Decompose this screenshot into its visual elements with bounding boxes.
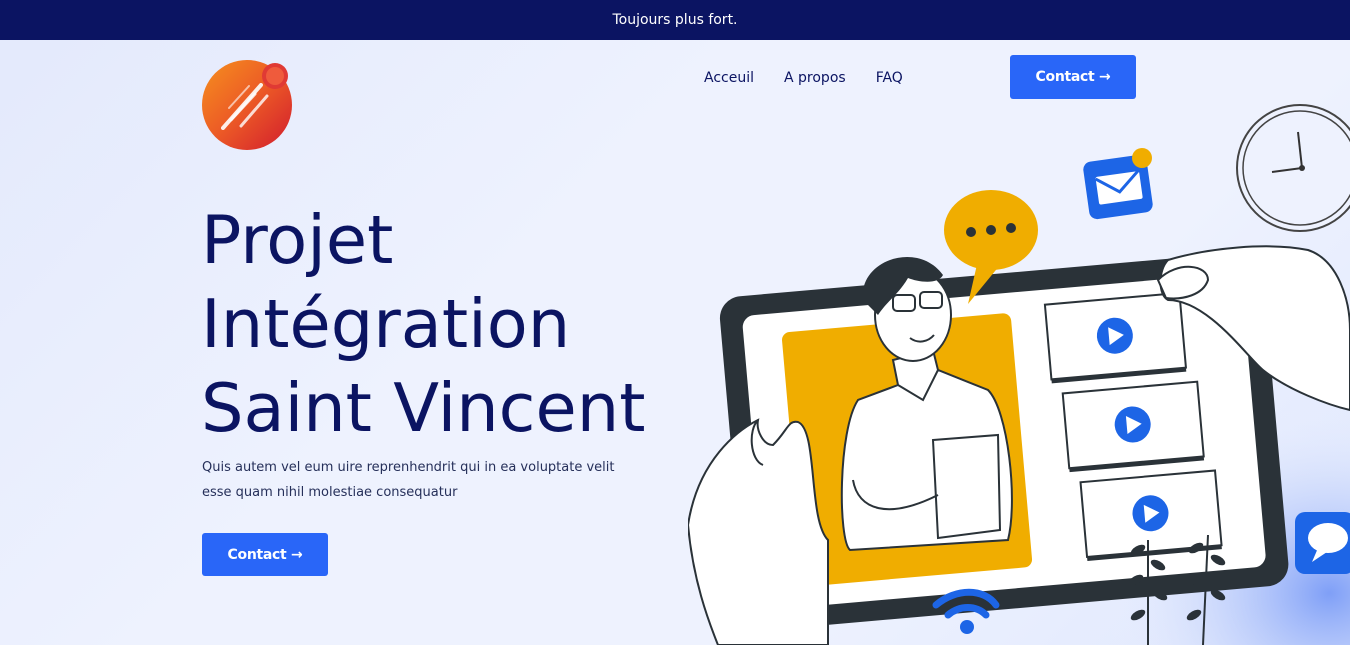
nav-item-accueil[interactable]: Acceuil bbox=[704, 70, 754, 86]
hero-illustration bbox=[688, 104, 1350, 645]
hero-title: Projet Intégration Saint Vincent bbox=[201, 198, 701, 450]
mail-icon bbox=[1083, 148, 1153, 220]
main-nav: Acceuil A propos FAQ bbox=[704, 70, 933, 86]
hero-contact-button[interactable]: Contact → bbox=[202, 533, 328, 576]
announcement-bar: Toujours plus fort. bbox=[0, 0, 1350, 40]
left-hand bbox=[688, 418, 829, 645]
clock-icon bbox=[1236, 104, 1350, 232]
rocket-logo-icon[interactable] bbox=[201, 60, 293, 150]
chat-icon bbox=[1295, 512, 1350, 574]
nav-item-faq[interactable]: FAQ bbox=[876, 70, 903, 86]
hero-title-line-1: Projet bbox=[201, 201, 394, 279]
announcement-text: Toujours plus fort. bbox=[612, 12, 738, 28]
header-contact-button[interactable]: Contact → bbox=[1010, 55, 1136, 99]
hero-title-line-2: Intégration bbox=[201, 285, 571, 363]
hero-description: Quis autem vel eum uire reprenhendrit qu… bbox=[202, 460, 615, 500]
nav-item-a-propos[interactable]: A propos bbox=[784, 70, 846, 86]
hero-title-line-3: Saint Vincent bbox=[201, 369, 646, 447]
